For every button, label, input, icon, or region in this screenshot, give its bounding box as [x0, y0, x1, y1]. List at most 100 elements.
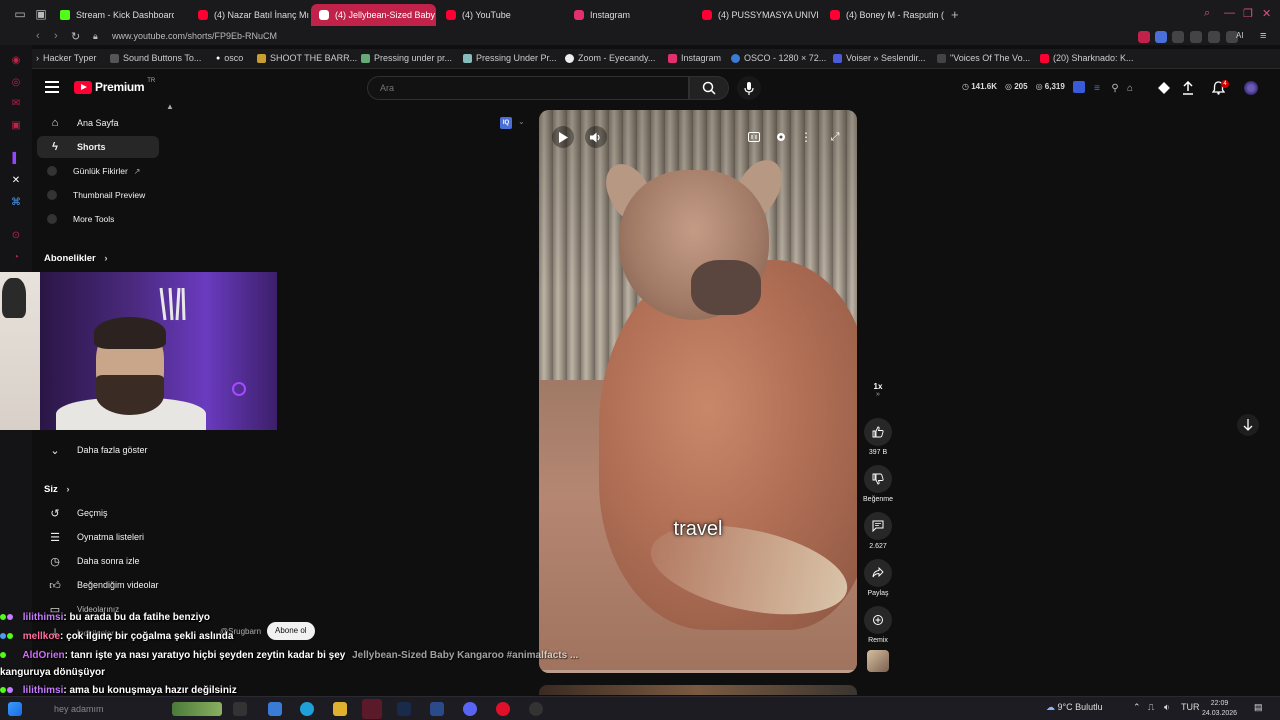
sidebar-item-home[interactable]: ⌂ Ana Sayfa — [37, 112, 159, 134]
network-icon[interactable]: ⎍ — [1148, 702, 1154, 713]
bookmark-item[interactable]: Instagram — [668, 53, 721, 63]
shorts-player[interactable]: travel ⋮ ⤢ — [539, 110, 857, 673]
list-icon[interactable]: ≡ — [1089, 80, 1105, 96]
search-input[interactable] — [368, 77, 688, 99]
sidebar-item-more-tools[interactable]: More Tools — [37, 208, 159, 230]
remix-button[interactable]: Remix — [862, 606, 894, 644]
widgets-icon[interactable] — [172, 702, 222, 716]
like-button[interactable]: 397 B — [862, 418, 894, 456]
next-short-thumbnail[interactable] — [539, 685, 857, 695]
discord-icon[interactable] — [463, 702, 477, 716]
file-explorer-icon[interactable] — [268, 702, 282, 716]
chevron-down-icon[interactable]: ⌄ — [518, 117, 525, 126]
tab-menu-icon[interactable]: ▭ — [13, 7, 27, 21]
subscribe-button[interactable]: Abone ol — [267, 622, 315, 640]
opera-icon[interactable] — [496, 702, 510, 716]
back-icon[interactable]: ‹ — [36, 30, 40, 42]
obs-icon[interactable] — [529, 702, 543, 716]
extension-icon[interactable] — [1190, 31, 1202, 43]
extension-badge[interactable]: IQ — [500, 117, 512, 129]
x-icon[interactable]: ✕ — [10, 175, 22, 187]
bookmark-item[interactable]: (20) Sharknado: K... — [1040, 53, 1134, 63]
search-tabs-icon[interactable]: ⌕ — [1204, 7, 1210, 20]
tab-nazar[interactable]: (4) Nazar Batıl İnanç Mı Y — [190, 4, 310, 26]
voice-search-button[interactable] — [737, 76, 761, 100]
tray-chevron-icon[interactable]: ⌃ — [1133, 702, 1141, 713]
clock-icon[interactable]: ◔ — [10, 252, 22, 264]
home-icon[interactable]: ◉ — [10, 55, 22, 67]
chevron-up-icon[interactable]: ▲ — [166, 102, 174, 111]
extension-icon[interactable] — [1172, 31, 1184, 43]
comments-button[interactable]: 2.627 — [862, 512, 894, 550]
sound-thumbnail[interactable] — [867, 650, 889, 672]
tab-kick-dashboard[interactable]: Stream - Kick Dashboard — [52, 4, 174, 26]
app-icon[interactable] — [430, 702, 444, 716]
subscriptions-heading[interactable]: Abonelikler › — [44, 253, 108, 264]
extension-icon[interactable] — [1155, 31, 1167, 43]
volume-button[interactable] — [585, 126, 607, 148]
task-view-icon[interactable] — [233, 702, 247, 716]
folder-icon[interactable] — [333, 702, 347, 716]
maximize-icon[interactable]: ❐ — [1243, 7, 1253, 20]
bookmark-item[interactable]: › Hacker Typer — [36, 53, 96, 63]
speed-dial-icon[interactable]: ◎ — [10, 77, 22, 89]
messenger-icon[interactable]: ✉ — [10, 98, 22, 110]
bookmark-item[interactable]: Sound Buttons To... — [110, 53, 201, 63]
taskbar-search[interactable]: hey adamım — [26, 701, 166, 717]
minimize-icon[interactable]: — — [1224, 7, 1235, 19]
download-icon[interactable] — [1208, 31, 1220, 43]
sidebar-item-watch-later[interactable]: ◷ Daha sonra izle — [37, 550, 159, 572]
workspaces-icon[interactable]: ▣ — [34, 7, 48, 21]
weather-widget[interactable]: ☁ 9°C Bulutlu — [1046, 702, 1103, 713]
upload-button[interactable] — [1180, 80, 1196, 96]
tab-jellybean[interactable]: (4) Jellybean-Sized Baby — [311, 4, 436, 26]
dislike-button[interactable]: Beğenme — [862, 465, 894, 503]
share-button[interactable]: Paylaş — [862, 559, 894, 597]
extension-icon[interactable] — [1138, 31, 1150, 43]
bookmark-item[interactable]: SHOOT THE BARR... — [257, 53, 357, 63]
avatar[interactable] — [1244, 81, 1258, 95]
captions-button[interactable] — [745, 128, 763, 146]
play-button[interactable] — [552, 126, 574, 148]
progress-bar[interactable] — [539, 670, 857, 673]
playback-speed[interactable]: 1x » — [862, 382, 894, 398]
next-short-button[interactable] — [1237, 414, 1259, 436]
tag-icon[interactable]: ⌂ — [1122, 80, 1138, 96]
reload-icon[interactable]: ↻ — [71, 30, 80, 43]
bookmark-item[interactable]: "Voices Of The Vo... — [937, 53, 1030, 63]
tab-pussymasya[interactable]: (4) PUSSYMASYA UNIVE — [694, 4, 818, 26]
opera-gx-icon[interactable] — [362, 699, 382, 719]
edge-icon[interactable] — [300, 702, 314, 716]
fullscreen-icon[interactable]: ⤢ — [826, 128, 844, 146]
search-button[interactable] — [689, 76, 729, 100]
notification-center-icon[interactable]: ▤ — [1254, 702, 1263, 713]
hamburger-menu-icon[interactable] — [45, 81, 59, 93]
browser-menu-icon[interactable]: ≡ — [1260, 30, 1266, 42]
create-button[interactable] — [1156, 80, 1172, 96]
sidebar-item-history[interactable]: ↺ Geçmiş — [37, 502, 159, 524]
new-tab-icon[interactable]: + — [951, 7, 959, 22]
sidebar-item-daily-ideas[interactable]: Günlük Fikirler ↗ — [37, 160, 159, 182]
tab-instagram[interactable]: Instagram — [566, 4, 686, 26]
language-indicator[interactable]: TUR — [1181, 702, 1200, 712]
settings-button[interactable] — [772, 128, 790, 146]
ai-button[interactable]: AI — [1236, 31, 1244, 40]
bookmark-item[interactable]: Pressing under pr... — [361, 53, 452, 63]
forward-icon[interactable]: › — [54, 30, 58, 42]
steam-icon[interactable] — [397, 702, 411, 716]
history-icon[interactable]: ⊙ — [10, 230, 22, 242]
tab-boney-m[interactable]: (4) Boney M - Rasputin (Ly — [822, 4, 944, 26]
bookmark-item[interactable]: Zoom - Eyecandy... — [565, 53, 655, 63]
extension-icon[interactable] — [1073, 81, 1085, 93]
sidebar-item-liked-videos[interactable]: 👍︎ Beğendiğim videolar — [37, 574, 159, 596]
sidebar-item-shorts[interactable]: ϟ Shorts — [37, 136, 159, 158]
youtube-premium-logo[interactable]: Premium TR — [74, 78, 155, 94]
translate-icon[interactable]: ⌘ — [10, 197, 22, 209]
taskbar-clock[interactable]: 22:09 24.03.2026 — [1202, 699, 1237, 719]
twitch-icon[interactable]: ▌ — [10, 153, 22, 165]
you-heading[interactable]: Siz › — [44, 484, 70, 495]
tab-youtube[interactable]: (4) YouTube — [438, 4, 558, 26]
bookmark-item[interactable]: ● osco — [216, 53, 243, 63]
show-more-button[interactable]: ⌄ Daha fazla göster — [37, 439, 159, 461]
bookmark-item[interactable]: OSCO - 1280 × 72... — [731, 53, 826, 63]
